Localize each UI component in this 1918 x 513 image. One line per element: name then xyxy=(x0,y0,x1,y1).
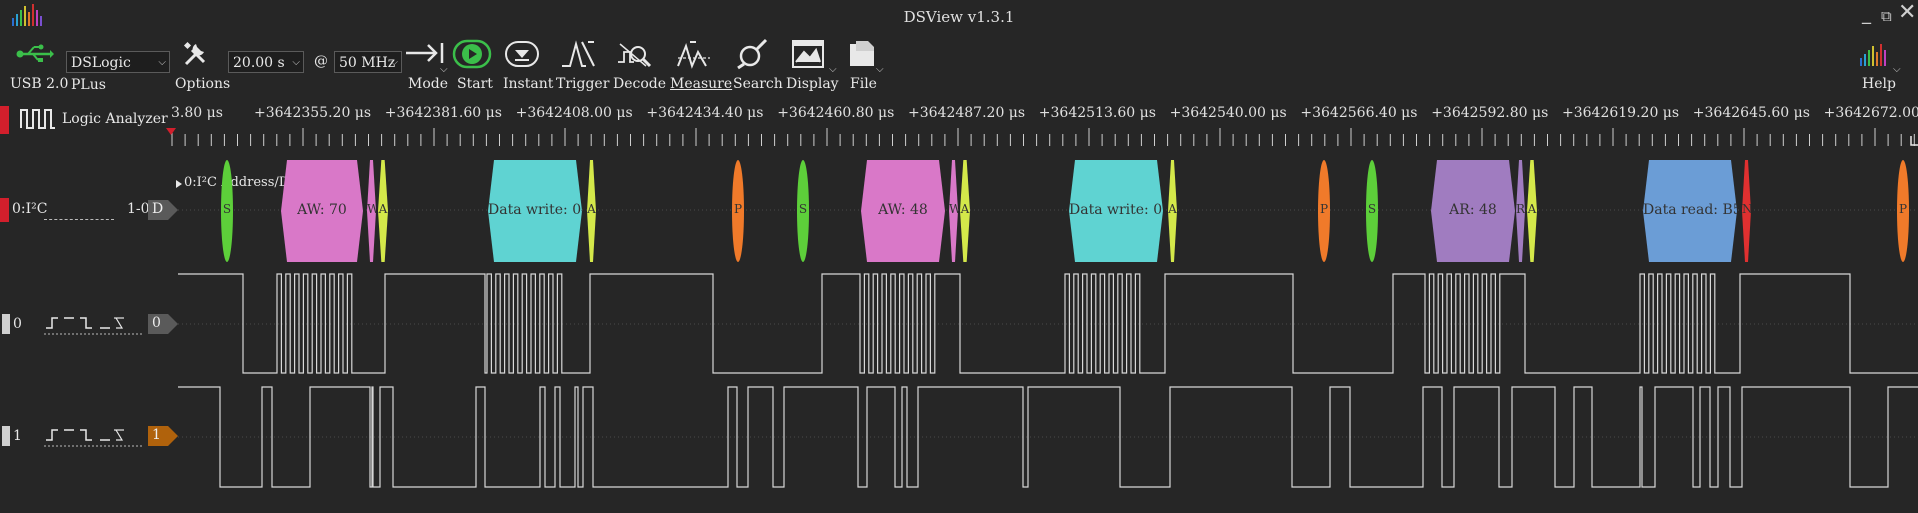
decode-annotation-label: S xyxy=(1367,202,1377,216)
decode-annotation-label: P xyxy=(1319,202,1329,216)
ruler-label: +3642434.40 μs xyxy=(646,105,764,121)
file-icon[interactable] xyxy=(846,38,878,70)
help-label[interactable]: Help xyxy=(1862,76,1896,92)
file-dropdown-icon[interactable]: ⌵ xyxy=(876,64,884,75)
device-select[interactable]: DSLogic PLus ⌵ xyxy=(66,51,170,93)
display-dropdown-icon[interactable]: ⌵ xyxy=(829,64,837,75)
decode-annotation-label: P xyxy=(1898,202,1908,216)
file-label[interactable]: File xyxy=(850,76,877,92)
decode-annotation-label: AW: 70 xyxy=(297,202,347,218)
trigger-label[interactable]: Trigger xyxy=(556,76,609,92)
ruler-label: +3642619.20 μs xyxy=(1562,105,1680,121)
restore-button[interactable]: ⧉ xyxy=(1881,7,1892,25)
decode-annotation-label: Data write: 00 xyxy=(1069,202,1163,218)
usb-label: USB 2.0 xyxy=(10,76,69,92)
ruler-label: +3642355.20 μs xyxy=(254,105,372,121)
measure-label[interactable]: Measure xyxy=(670,76,732,92)
ruler-label: +3642672.00 μs xyxy=(1823,105,1918,121)
ruler-label: +3642566.40 μs xyxy=(1300,105,1418,121)
start-icon[interactable] xyxy=(452,38,492,70)
decode-annotation-label: S xyxy=(222,202,232,216)
ruler-label: +3642408.00 μs xyxy=(515,105,633,121)
instant-label[interactable]: Instant xyxy=(503,76,553,92)
decode-annotation-label: AR: 48 xyxy=(1449,202,1497,218)
ruler-label: +3642645.60 μs xyxy=(1692,105,1810,121)
duration-select-value: 20.00 s xyxy=(233,55,285,71)
decode-annotation-label: Data write: 04 xyxy=(488,202,582,218)
ruler-marker-icon xyxy=(166,128,176,135)
window-title: DSView v1.3.1 xyxy=(903,8,1015,26)
ruler-first-label: 3.80 μs xyxy=(171,105,223,121)
chevron-down-icon: ⌵ xyxy=(158,57,166,68)
samplerate-select[interactable]: 50 MHz ⌵ xyxy=(334,51,402,73)
instant-icon[interactable] xyxy=(504,38,540,70)
decode-annotation-label: R xyxy=(1516,202,1525,216)
samplerate-select-value: 50 MHz xyxy=(339,55,396,71)
search-label[interactable]: Search xyxy=(733,76,783,92)
options-icon[interactable] xyxy=(180,38,212,70)
decode-annotation-label: A xyxy=(1527,202,1537,216)
decode-icon[interactable] xyxy=(616,38,652,70)
decode-annotation-label: A xyxy=(378,202,388,216)
device-select-value: DSLogic PLus xyxy=(71,55,131,93)
at-sign: @ xyxy=(314,53,328,69)
minimize-button[interactable]: _ xyxy=(1862,4,1871,25)
decode-annotation-label: A xyxy=(587,202,596,216)
ruler-label: +3642381.60 μs xyxy=(384,105,502,121)
search-icon[interactable] xyxy=(734,38,770,70)
decode-annotation-label: A xyxy=(1168,202,1177,216)
ruler-label: +3642460.80 μs xyxy=(777,105,895,121)
options-label[interactable]: Options xyxy=(175,76,230,92)
decode-annotation-label: AW: 48 xyxy=(878,202,928,218)
ruler-label: +3642487.20 μs xyxy=(908,105,1026,121)
ruler-end-marker-icon xyxy=(1910,136,1918,146)
ruler-label: +3642540.00 μs xyxy=(1169,105,1287,121)
decode-annotation-label: Data read: B5 xyxy=(1643,202,1737,218)
usb-icon[interactable] xyxy=(16,44,54,64)
decode-label[interactable]: Decode xyxy=(613,76,666,92)
help-icon[interactable] xyxy=(1858,40,1892,68)
toolbar: USB 2.0 DSLogic PLus ⌵ Options 20.00 s ⌵… xyxy=(0,34,1918,98)
decode-annotation-label: N xyxy=(1742,202,1751,216)
measure-icon[interactable] xyxy=(676,38,712,70)
decode-annotation-label: P xyxy=(733,202,743,216)
ruler-label: +3642513.60 μs xyxy=(1038,105,1156,121)
chevron-down-icon: ⌵ xyxy=(292,57,300,68)
mode-label: Logic Analyzer xyxy=(62,111,168,127)
trigger-icon[interactable] xyxy=(560,38,596,70)
decode-annotation-label: W xyxy=(949,202,958,216)
start-label[interactable]: Start xyxy=(457,76,493,92)
chevron-down-icon: ⌵ xyxy=(390,57,398,68)
display-icon[interactable] xyxy=(790,38,826,70)
ruler-label: +3642592.80 μs xyxy=(1431,105,1549,121)
decode-annotation-label: W xyxy=(367,202,376,216)
decode-annotation-label: S xyxy=(798,202,808,216)
close-button[interactable]: ✕ xyxy=(1898,0,1916,25)
help-dropdown-icon[interactable]: ⌵ xyxy=(1893,64,1901,75)
mode-color-bar xyxy=(0,106,9,134)
title-bar: DSView v1.3.1 _ ⧉ ✕ xyxy=(0,0,1918,34)
mode-dropdown-icon[interactable]: ⌵ xyxy=(440,64,448,75)
mode-label[interactable]: Mode xyxy=(408,76,448,92)
mode-icon[interactable] xyxy=(404,40,446,66)
logic-analyzer-icon xyxy=(20,109,55,129)
decode-annotation-label: A xyxy=(960,202,970,216)
display-label[interactable]: Display xyxy=(786,76,839,92)
duration-select[interactable]: 20.00 s ⌵ xyxy=(228,51,304,73)
